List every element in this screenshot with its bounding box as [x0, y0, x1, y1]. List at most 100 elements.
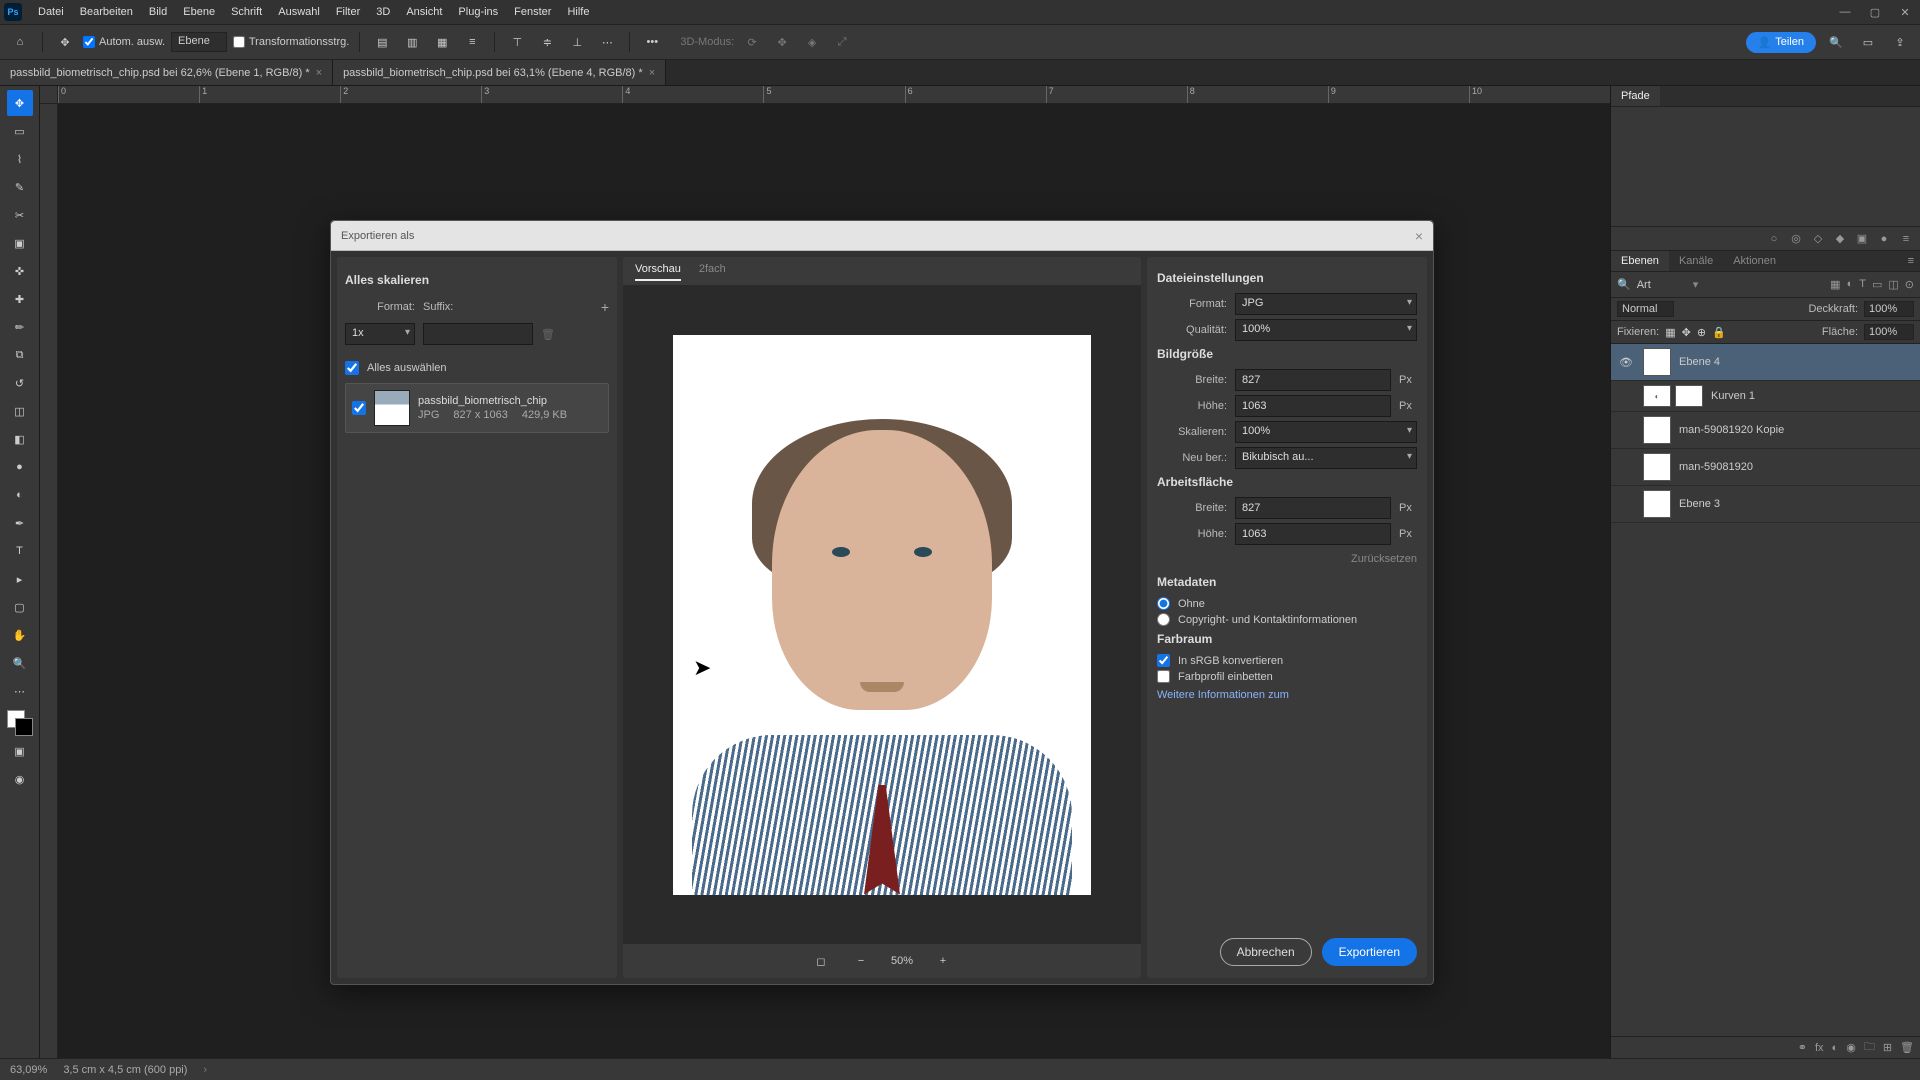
actions-tab[interactable]: Aktionen — [1723, 251, 1786, 271]
layer-filter-type[interactable]: Art — [1637, 279, 1687, 291]
panel-menu-icon[interactable]: ≡ — [1902, 255, 1920, 267]
menu-schrift[interactable]: Schrift — [223, 2, 270, 22]
workspace-icon[interactable]: ▭ — [1856, 30, 1880, 54]
distribute-icon[interactable]: ≡ — [460, 30, 484, 54]
close-icon[interactable]: × — [1415, 228, 1423, 244]
layers-tab[interactable]: Ebenen — [1611, 251, 1669, 271]
filled-diamond-icon[interactable]: ◆ — [1832, 232, 1848, 245]
fill-input[interactable]: 100% — [1864, 324, 1914, 340]
dodge-tool[interactable]: ◐ — [7, 482, 33, 508]
dot-icon[interactable]: ● — [1876, 233, 1892, 245]
marquee-tool[interactable]: ▭ — [7, 118, 33, 144]
valign-top-icon[interactable]: ⊤ — [505, 30, 529, 54]
channels-tab[interactable]: Kanäle — [1669, 251, 1723, 271]
layer-row[interactable]: 👁Ebene 4 — [1611, 344, 1920, 381]
layer-row[interactable]: man-59081920 — [1611, 449, 1920, 486]
move-tool[interactable]: ✥ — [7, 90, 33, 116]
delete-icon[interactable]: 🗑 — [1900, 1041, 1914, 1054]
frame-tool[interactable]: ▣ — [7, 230, 33, 256]
layer-name[interactable]: man-59081920 — [1679, 461, 1753, 473]
fit-icon[interactable]: ◻ — [811, 955, 831, 968]
valign-mid-icon[interactable]: ≑ — [535, 30, 559, 54]
crop-tool[interactable]: ✂ — [7, 202, 33, 228]
blur-tool[interactable]: ● — [7, 454, 33, 480]
zoom-in-icon[interactable]: + — [933, 955, 953, 967]
lock-position-icon[interactable]: ✥ — [1682, 326, 1691, 339]
embed-profile-check[interactable]: Farbprofil einbetten — [1157, 670, 1417, 683]
layer-name[interactable]: man-59081920 Kopie — [1679, 424, 1784, 436]
filter-pixel-icon[interactable]: ▦ — [1830, 278, 1840, 291]
zoom-level[interactable]: 63,09% — [10, 1064, 47, 1076]
zoom-out-icon[interactable]: − — [851, 955, 871, 967]
diamond-icon[interactable]: ◇ — [1810, 232, 1826, 245]
lock-artboard-icon[interactable]: ⊕ — [1697, 326, 1706, 339]
fx-icon[interactable]: fx — [1815, 1042, 1824, 1054]
filter-smart-icon[interactable]: ◫ — [1888, 278, 1898, 291]
visibility-icon[interactable]: 👁 — [1617, 356, 1635, 369]
align-center-icon[interactable]: ▥ — [400, 30, 424, 54]
document-tab-2[interactable]: passbild_biometrisch_chip.psd bei 63,1% … — [333, 60, 666, 85]
group-icon[interactable]: 🗀 — [1864, 1038, 1875, 1057]
tab-close-icon[interactable]: × — [649, 67, 655, 79]
more-align-icon[interactable]: ⋯ — [595, 30, 619, 54]
resample-select[interactable]: Bikubisch au... — [1235, 447, 1417, 469]
more-info-link[interactable]: Weitere Informationen zum — [1157, 689, 1417, 701]
asset-check[interactable] — [352, 401, 366, 415]
menu-plugins[interactable]: Plug-ins — [450, 2, 506, 22]
gradient-tool[interactable]: ◧ — [7, 426, 33, 452]
opacity-input[interactable]: 100% — [1864, 301, 1914, 317]
path-select-tool[interactable]: ▸ — [7, 566, 33, 592]
layer-name[interactable]: Ebene 3 — [1679, 498, 1720, 510]
2x-tab[interactable]: 2fach — [699, 263, 726, 281]
layer-mask[interactable] — [1675, 385, 1703, 407]
maximize-icon[interactable]: ▢ — [1860, 0, 1890, 24]
layer-row[interactable]: ◐Kurven 1 — [1611, 381, 1920, 412]
paths-panel-tab[interactable]: Pfade — [1611, 86, 1660, 106]
brush-tool[interactable]: ✏ — [7, 314, 33, 340]
menu-ebene[interactable]: Ebene — [175, 2, 223, 22]
minimize-icon[interactable]: — — [1830, 0, 1860, 24]
mask-icon[interactable]: ◐ — [1832, 1042, 1839, 1054]
panel-menu-icon[interactable]: ≡ — [1898, 233, 1914, 245]
layer-row[interactable]: Ebene 3 — [1611, 486, 1920, 523]
eraser-tool[interactable]: ◫ — [7, 398, 33, 424]
preview-tab[interactable]: Vorschau — [635, 263, 681, 281]
format-select[interactable]: JPG — [1235, 293, 1417, 315]
pen-tool[interactable]: ✒ — [7, 510, 33, 536]
stamp-tool[interactable]: ⧉ — [7, 342, 33, 368]
filter-toggle-icon[interactable]: ⊙ — [1905, 278, 1914, 291]
width-input[interactable] — [1235, 369, 1391, 391]
lock-pixels-icon[interactable]: ▦ — [1665, 326, 1675, 339]
ring-icon[interactable]: ◎ — [1788, 232, 1804, 245]
align-right-icon[interactable]: ▦ — [430, 30, 454, 54]
blend-mode-select[interactable]: Normal — [1617, 301, 1674, 317]
hand-tool[interactable]: ✋ — [7, 622, 33, 648]
canvas-height-input[interactable] — [1235, 523, 1391, 545]
scale-select[interactable]: 1x — [345, 323, 415, 345]
export-button[interactable]: Exportieren — [1322, 938, 1417, 966]
scale-select[interactable]: 100% — [1235, 421, 1417, 443]
history-brush-tool[interactable]: ↺ — [7, 370, 33, 396]
canvas-width-input[interactable] — [1235, 497, 1391, 519]
menu-fenster[interactable]: Fenster — [506, 2, 559, 22]
search-icon[interactable]: 🔍 — [1824, 30, 1848, 54]
filter-text-icon[interactable]: T — [1859, 278, 1866, 291]
more-options-icon[interactable]: ••• — [640, 30, 664, 54]
dialog-titlebar[interactable]: Exportieren als × — [331, 221, 1433, 251]
doc-info[interactable]: 3,5 cm x 4,5 cm (600 ppi) — [63, 1064, 187, 1076]
reset-button[interactable]: Zurücksetzen — [1157, 549, 1417, 569]
more-tools[interactable]: ⋯ — [7, 678, 33, 704]
suffix-input[interactable] — [423, 323, 533, 345]
close-icon[interactable]: ✕ — [1890, 0, 1920, 24]
metadata-none-radio[interactable]: Ohne — [1157, 597, 1417, 610]
layer-row[interactable]: man-59081920 Kopie — [1611, 412, 1920, 449]
shape-tool[interactable]: ▢ — [7, 594, 33, 620]
heal-tool[interactable]: ✚ — [7, 286, 33, 312]
asset-item[interactable]: passbild_biometrisch_chip JPG 827 x 1063… — [345, 383, 609, 433]
transform-controls-check[interactable]: Transformationsstrg. — [233, 36, 349, 48]
menu-bild[interactable]: Bild — [141, 2, 175, 22]
share-button[interactable]: 👤Teilen — [1746, 32, 1816, 53]
quick-select-tool[interactable]: ✎ — [7, 174, 33, 200]
menu-ansicht[interactable]: Ansicht — [398, 2, 450, 22]
home-icon[interactable]: ⌂ — [8, 30, 32, 54]
